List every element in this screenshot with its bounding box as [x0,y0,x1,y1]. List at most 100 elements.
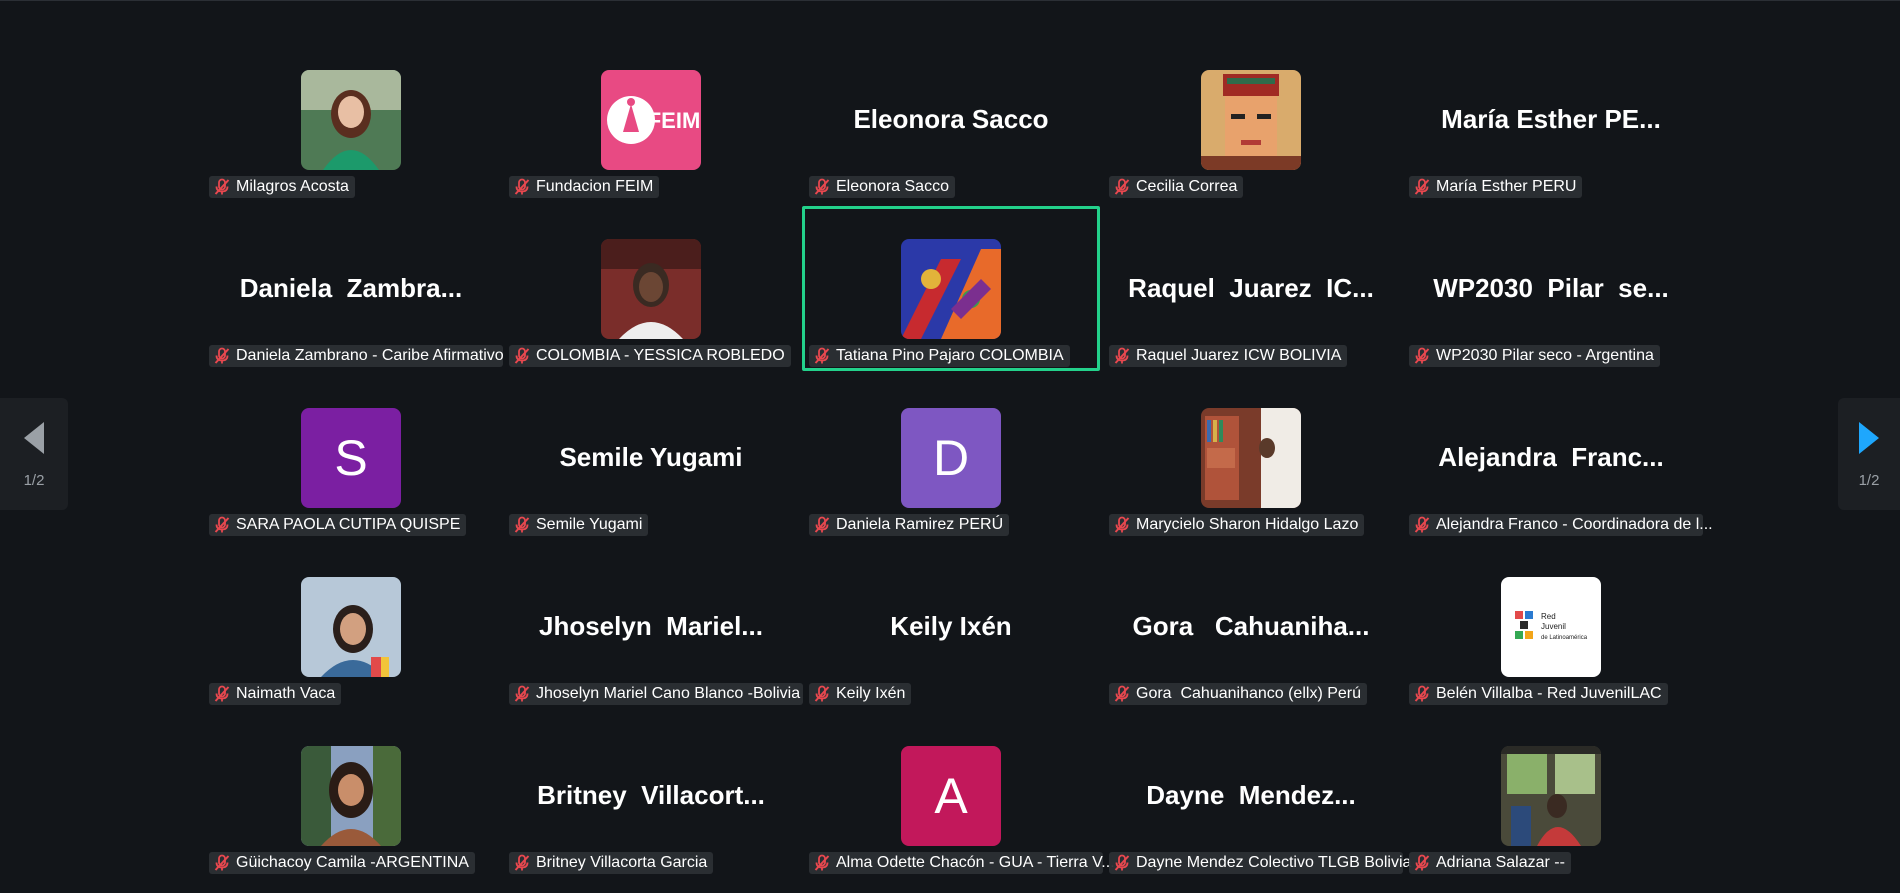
participant-display-name: Dayne Mendez... [1146,780,1356,810]
avatar-letter: S [301,408,401,508]
arrow-right-icon [1859,421,1879,454]
participant-name-label: Alma Odette Chacón - GUA - Tierra V... [809,852,1115,874]
participant-name: Adriana Salazar -- [1436,854,1565,871]
participant-display-name: María Esther PE... [1441,104,1661,134]
participant-name: Eleonora Sacco [836,178,949,195]
next-page-button[interactable]: 1/2 [1838,398,1900,510]
participant-tile[interactable]: Raquel Juarez IC... Raquel Juarez ICW BOL… [1102,206,1400,371]
mic-muted-icon [514,854,530,871]
participant-name: Fundacion FEIM [536,178,654,195]
participant-name-label: Eleonora Sacco [809,176,955,198]
participant-name: Dayne Mendez Colectivo TLGB Bolivia [1136,854,1412,871]
participant-tile[interactable]: Cecilia Correa [1102,37,1400,202]
participant-tile[interactable]: Jhoselyn Mariel... Jhoselyn Mariel Cano B… [502,544,803,709]
avatar: A [901,746,1001,846]
participant-name-label: Daniela Ramirez PERÚ [809,514,1010,536]
avatar [301,746,401,846]
participant-tile[interactable]: Tatiana Pino Pajaro COLOMBIA [802,206,1100,371]
participant-tile[interactable]: WP2030 Pilar se... WP2030 Pilar seco - Ar… [1402,206,1700,371]
participant-name: WP2030 Pilar seco - Argentina [1436,347,1654,364]
participant-tile[interactable]: Naimath Vaca [202,544,500,709]
participant-name: Tatiana Pino Pajaro COLOMBIA [836,347,1064,364]
participant-display-name: WP2030 Pilar se... [1433,273,1669,303]
participant-name: COLOMBIA - YESSICA ROBLEDO [536,347,785,364]
participant-tile[interactable]: Güichacoy Camila -ARGENTINA [202,713,500,878]
participant-tile[interactable]: Adriana Salazar -- [1402,713,1700,878]
mic-muted-icon [1114,516,1130,533]
participant-name-label: Jhoselyn Mariel Cano Blanco -Bolivia [509,683,803,705]
participant-tile[interactable]: Red Juvenil de Latinoamérica Belén Villalba… [1402,544,1700,709]
participant-name: Cecilia Correa [1136,178,1238,195]
mic-muted-icon [214,516,230,533]
prev-page-button[interactable]: 1/2 [0,398,68,510]
mic-muted-icon [1414,854,1430,871]
meeting-gallery: 1/2 Milagros Acosta FEIM Fundacion FEIM Ele… [0,0,1900,893]
participant-tile[interactable]: S SARA PAOLA CUTIPA QUISPE [202,375,500,540]
participant-display-name: Britney Villacort... [537,780,765,810]
participant-tile[interactable]: Marycielo Sharon Hidalgo Lazo [1102,375,1400,540]
mic-muted-icon [514,516,530,533]
participant-name-label: Tatiana Pino Pajaro COLOMBIA [809,345,1070,367]
participant-tile[interactable]: Dayne Mendez... Dayne Mendez Colectivo TL… [1102,713,1411,878]
svg-text:Juvenil: Juvenil [1541,622,1566,631]
participant-name: Keily Ixén [836,685,906,702]
participant-tile[interactable]: Eleonora Sacco Eleonora Sacco [802,37,1100,202]
mic-muted-icon [1414,685,1430,702]
participant-tile[interactable]: María Esther PE... María Esther PERU [1402,37,1700,202]
participant-name-label: Milagros Acosta [209,176,355,198]
participant-name: Naimath Vaca [236,685,336,702]
mic-muted-icon [214,347,230,364]
participant-display-name: Daniela Zambra... [239,273,463,303]
svg-text:Red: Red [1541,612,1556,621]
participant-name-label: Keily Ixén [809,683,912,705]
participant-name-label: Semile Yugami [509,514,649,536]
arrow-left-icon [24,421,44,454]
mic-muted-icon [214,685,230,702]
participant-name-label: Marycielo Sharon Hidalgo Lazo [1109,514,1365,536]
participant-name-label: COLOMBIA - YESSICA ROBLEDO [509,345,791,367]
participant-name: Jhoselyn Mariel Cano Blanco -Bolivia [536,685,801,702]
participant-name-label: Britney Villacorta Garcia [509,852,714,874]
mic-muted-icon [214,178,230,195]
mic-muted-icon [814,516,830,533]
participant-name-label: Dayne Mendez Colectivo TLGB Bolivia [1109,852,1411,874]
avatar-letter: A [901,746,1001,846]
participant-tile[interactable]: Alejandra Franc... Alejandra Franco - Coo… [1402,375,1713,540]
mic-muted-icon [514,178,530,195]
avatar: Red Juvenil de Latinoamérica [1501,577,1601,677]
participant-name-label: Güichacoy Camila -ARGENTINA [209,852,475,874]
participant-name-label: Fundacion FEIM [509,176,660,198]
participant-tile[interactable]: Britney Villacort... Britney Villacorta G… [502,713,800,878]
participant-name: Marycielo Sharon Hidalgo Lazo [1136,516,1359,533]
participant-tile[interactable]: FEIM Fundacion FEIM [502,37,800,202]
participant-name-label: Cecilia Correa [1109,176,1244,198]
avatar [301,577,401,677]
participant-tile[interactable]: Gora Cahuaniha... Gora Cahuanihanco (ellx… [1102,544,1400,709]
participant-tile[interactable]: Keily Ixén Keily Ixén [802,544,1100,709]
mic-muted-icon [1114,854,1130,871]
mic-muted-icon [1414,178,1430,195]
page-indicator-left: 1/2 [23,471,45,489]
participant-display-name: Semile Yugami [559,442,743,472]
participant-name-label: Daniela Zambrano - Caribe Afirmativo [209,345,504,367]
mic-muted-icon [514,685,530,702]
participant-name: Semile Yugami [536,516,643,533]
participant-tile[interactable]: Milagros Acosta [202,37,500,202]
participant-tile[interactable]: COLOMBIA - YESSICA ROBLEDO [502,206,800,371]
participant-tile[interactable]: D Daniela Ramirez PERÚ [802,375,1100,540]
participant-display-name: Gora Cahuaniha... [1132,611,1370,641]
participant-name: Daniela Zambrano - Caribe Afirmativo [236,347,504,364]
participant-name-label: Adriana Salazar -- [1409,852,1571,874]
avatar-letter: D [901,408,1001,508]
participant-tile[interactable]: Semile Yugami Semile Yugami [502,375,800,540]
avatar: FEIM [601,70,701,170]
participant-tile[interactable]: A Alma Odette Chacón - GUA - Tierra V... [802,713,1115,878]
participant-name-label: Belén Villalba - Red JuvenilLAC [1409,683,1668,705]
participant-tile[interactable]: Daniela Zambra... Daniela Zambrano - Cari… [202,206,504,371]
avatar: S [301,408,401,508]
participant-name-label: Alejandra Franco - Coordinadora de l... [1409,514,1713,536]
participant-name: María Esther PERU [1436,178,1577,195]
mic-muted-icon [214,854,230,871]
participant-name: Gora Cahuanihanco (ellx) Perú [1136,685,1362,702]
participant-name: SARA PAOLA CUTIPA QUISPE [236,516,461,533]
